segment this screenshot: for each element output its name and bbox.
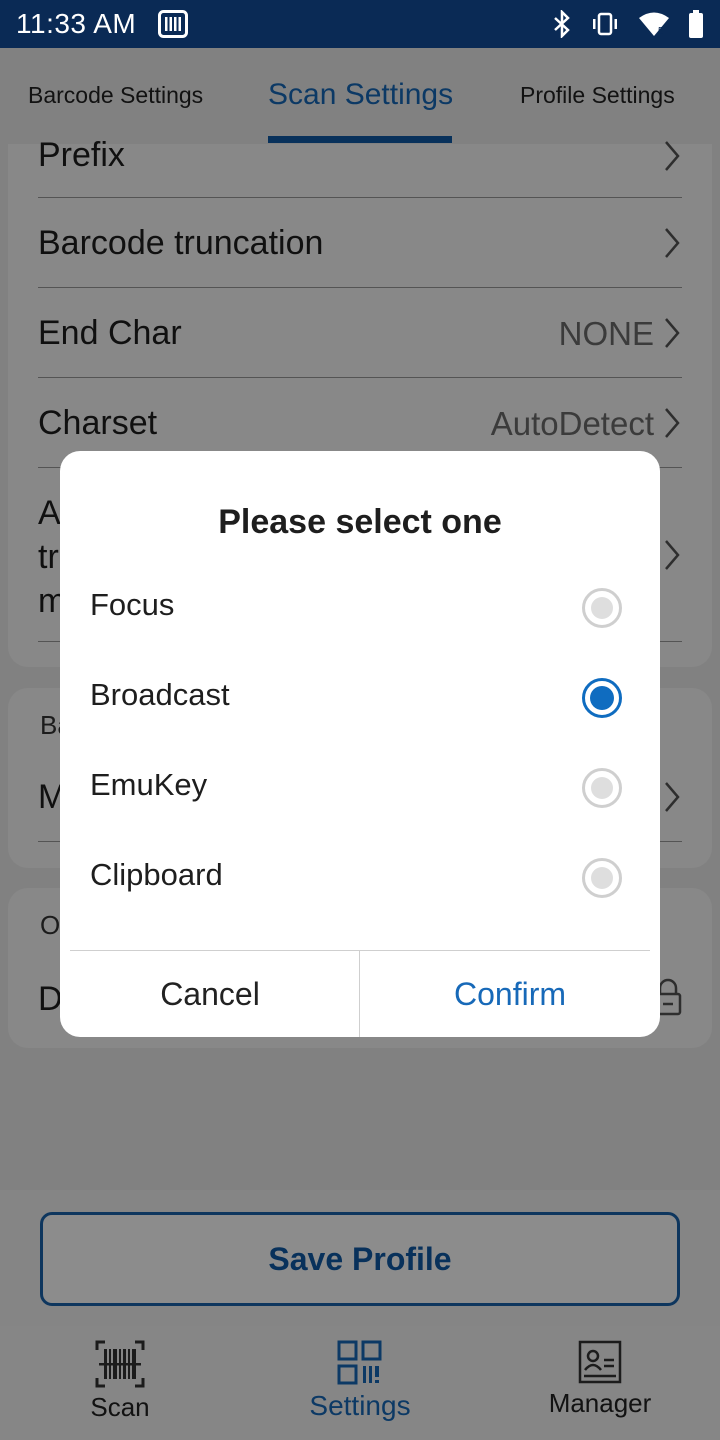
vibrate-icon [590, 12, 620, 36]
select-mode-dialog: Please select one Focus Broadcast EmuKey… [60, 451, 660, 1037]
dialog-title: Please select one [218, 503, 502, 541]
cancel-button[interactable]: Cancel [60, 951, 360, 1037]
option-clipboard[interactable]: Clipboard [60, 833, 660, 923]
option-emukey[interactable]: EmuKey [60, 743, 660, 833]
radio-button[interactable] [582, 588, 622, 628]
status-bar: 11:33 AM 5 [0, 0, 720, 48]
option-label: Broadcast [90, 677, 230, 712]
option-label: EmuKey [90, 767, 208, 802]
status-time: 11:33 AM [16, 8, 137, 39]
radio-button-selected[interactable] [582, 678, 622, 718]
option-label: Focus [90, 587, 175, 622]
confirm-button[interactable]: Confirm [360, 951, 660, 1037]
radio-button[interactable] [582, 858, 622, 898]
bluetooth-icon [552, 10, 572, 38]
option-label: Clipboard [90, 857, 223, 892]
option-broadcast[interactable]: Broadcast [60, 653, 660, 743]
svg-text:5: 5 [658, 26, 664, 37]
option-focus[interactable]: Focus [60, 563, 660, 653]
battery-icon [688, 10, 704, 38]
barcode-scanner-notification-icon [158, 10, 189, 38]
wifi-icon: 5 [638, 11, 670, 37]
radio-button[interactable] [582, 768, 622, 808]
